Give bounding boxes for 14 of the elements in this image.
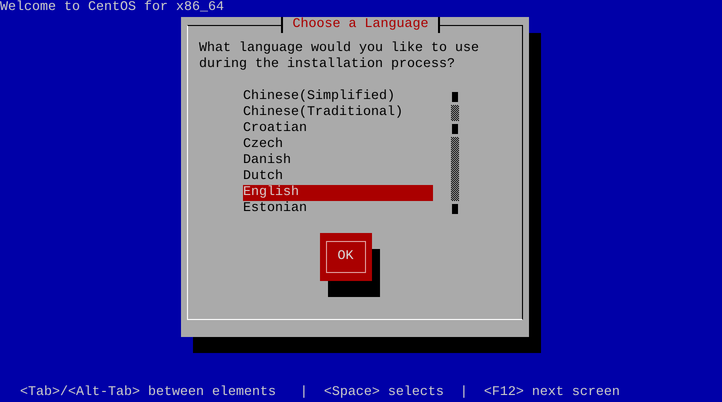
language-option[interactable]: Croatian bbox=[243, 121, 433, 137]
dialog-title: Choose a Language bbox=[280, 17, 440, 33]
key-hints: <Tab>/<Alt-Tab> between elements | <Space> selects | <F12> next screen bbox=[19, 385, 621, 401]
ok-button[interactable]: OK bbox=[320, 233, 372, 281]
screen-title: Welcome to CentOS for x86_64 bbox=[0, 0, 225, 16]
language-option[interactable]: Dutch bbox=[243, 169, 433, 185]
prompt-text: What language would you like to use during the installation process? bbox=[199, 41, 480, 73]
language-option[interactable]: Estonian bbox=[243, 201, 433, 217]
language-option[interactable]: Czech bbox=[243, 137, 433, 153]
language-option[interactable]: Chinese(Traditional) bbox=[243, 105, 433, 121]
scrollbar[interactable] bbox=[451, 89, 459, 217]
language-option[interactable]: Danish bbox=[243, 153, 433, 169]
language-option[interactable]: English bbox=[243, 185, 433, 201]
language-option[interactable]: Chinese(Simplified) bbox=[243, 89, 433, 105]
